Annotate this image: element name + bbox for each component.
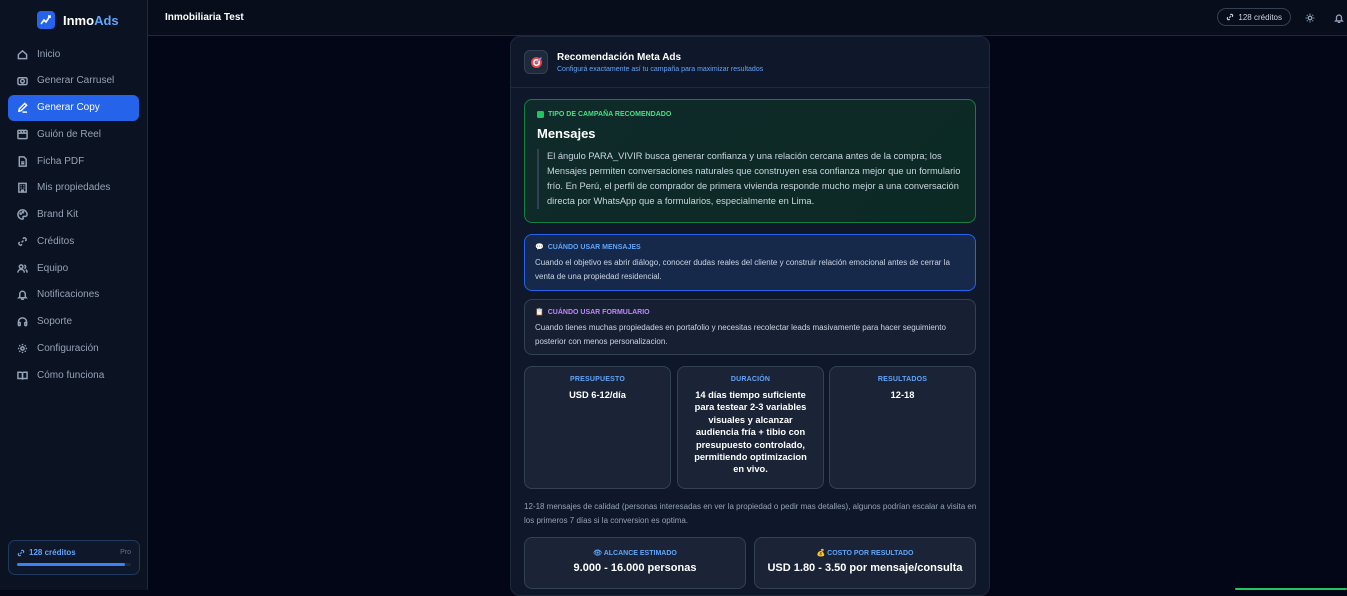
pen-icon (17, 102, 28, 113)
when-use-form-box: 📋 CUÁNDO USAR FORMULARIO Cuando tienes m… (524, 299, 976, 355)
sidebar-item-notificaciones[interactable]: Notificaciones (8, 282, 139, 308)
target-icon (524, 50, 548, 74)
stat-label: PRESUPUESTO (570, 376, 625, 383)
header-credits-button[interactable]: 128 créditos (1217, 8, 1291, 26)
users-icon (17, 263, 28, 274)
header-credits-label: 128 créditos (1238, 12, 1282, 22)
sidebar-item-label: Cómo funciona (37, 369, 105, 381)
results-note: 12-18 mensajes de calidad (personas inte… (524, 502, 977, 525)
home-icon (17, 49, 28, 60)
when-use-messages-box: 💬 CUÁNDO USAR MENSAJES Cuando el objetiv… (524, 234, 976, 291)
card-subtitle: Configurá exactamente así tu campaña par… (557, 65, 764, 73)
clipboard-icon: 📋 (535, 309, 544, 316)
sidebar-item-brand-kit[interactable]: Brand Kit (8, 202, 139, 228)
app-name: InmoAds (63, 12, 119, 28)
card-header: Recomendación Meta Ads Configurá exactam… (511, 37, 989, 88)
sidebar-item-label: Brand Kit (37, 209, 79, 220)
sidebar-item-label: Inicio (37, 48, 61, 60)
check-icon (537, 111, 544, 118)
speech-bubble-icon: 💬 (535, 244, 544, 251)
money-bag-icon: 💰 (816, 550, 826, 557)
logo-icon (37, 11, 55, 29)
sidebar: InmoAds Inicio Generar Carrusel Generar … (0, 0, 148, 590)
sidebar-item-label: Generar Carrusel (37, 75, 115, 87)
metric-value: USD 1.80 - 3.50 por mensaje/consulta (767, 562, 963, 574)
link-icon (17, 549, 25, 556)
sidebar-credits-card[interactable]: 128 créditos Pro (8, 540, 140, 575)
sidebar-item-guion-de-reel[interactable]: Guión de Reel (8, 121, 139, 147)
campaign-type-title: Mensajes (537, 126, 596, 141)
credits-progress-fill (17, 563, 126, 566)
camera-icon (17, 75, 28, 86)
film-icon (17, 129, 28, 140)
link-icon (1227, 13, 1234, 21)
metric-value: 9.000 - 16.000 personas (573, 562, 697, 574)
app-logo[interactable]: InmoAds (0, 0, 147, 40)
eye-icon: 👁 (593, 550, 603, 557)
topbar: Inmobiliaria Test 128 créditos (148, 0, 1347, 36)
page-title: Inmobiliaria Test (165, 12, 244, 23)
sidebar-item-ficha-pdf[interactable]: Ficha PDF (8, 148, 139, 174)
results-stat: RESULTADOS 12-18 (829, 366, 976, 489)
bell-icon (17, 289, 28, 301)
credits-progress-bar (17, 563, 131, 566)
file-icon (17, 155, 28, 167)
budget-stat: PRESUPUESTO USD 6-12/día (524, 366, 671, 489)
campaign-type-box: TIPO DE CAMPAÑA RECOMENDADO Mensajes El … (524, 99, 976, 223)
sidebar-item-label: Soporte (37, 316, 73, 327)
stat-value: 12-18 (890, 390, 915, 400)
book-icon (17, 370, 28, 381)
cost-per-result-metric: 💰 COSTO POR RESULTADO USD 1.80 - 3.50 po… (754, 537, 976, 589)
stat-label: DURACIÓN (730, 376, 771, 383)
sidebar-item-soporte[interactable]: Soporte (8, 309, 139, 335)
reach-metric: 👁 ALCANCE ESTIMADO 9.000 - 16.000 person… (524, 537, 746, 589)
metric-label: 👁 ALCANCE ESTIMADO (593, 550, 677, 557)
sidebar-item-label: Guión de Reel (37, 128, 101, 140)
bell-icon[interactable] (1334, 12, 1344, 24)
campaign-type-tag: TIPO DE CAMPAÑA RECOMENDADO (537, 111, 963, 118)
sidebar-item-label: Equipo (37, 262, 69, 274)
plan-badge: Pro (120, 549, 131, 556)
card-title: Recomendación Meta Ads (557, 51, 682, 63)
sidebar-item-label: Notificaciones (37, 289, 100, 301)
meta-ads-recommendation-card: Recomendación Meta Ads Configurá exactam… (510, 36, 990, 596)
when-use-form-text: Cuando tienes muchas propiedades en port… (535, 323, 946, 346)
duration-stat: DURACIÓN 14 días tiempo suficiente para … (677, 366, 824, 489)
when-use-messages-tag: 💬 CUÁNDO USAR MENSAJES (535, 243, 641, 252)
sidebar-item-generar-copy[interactable]: Generar Copy (8, 94, 139, 121)
palette-icon (17, 209, 28, 220)
sidebar-item-inicio[interactable]: Inicio (8, 41, 139, 67)
sidebar-item-label: Ficha PDF (37, 155, 85, 167)
when-use-messages-text: Cuando el objetivo es abrir diálogo, con… (535, 258, 950, 281)
sidebar-item-equipo[interactable]: Equipo (8, 255, 139, 281)
when-use-form-tag: 📋 CUÁNDO USAR FORMULARIO (535, 308, 650, 317)
sidebar-item-generar-carrusel[interactable]: Generar Carrusel (8, 68, 139, 94)
sidebar-nav: Inicio Generar Carrusel Generar Copy Gui… (0, 41, 147, 388)
campaign-type-description: El ángulo PARA_VIVIR busca generar confi… (537, 149, 963, 209)
sidebar-item-label: Créditos (37, 235, 75, 247)
link-icon (17, 236, 28, 247)
sun-icon[interactable] (1305, 12, 1315, 23)
sidebar-item-mis-propiedades[interactable]: Mis propiedades (8, 175, 139, 201)
building-icon (17, 182, 28, 194)
gear-icon (17, 343, 28, 354)
stat-label: RESULTADOS (877, 376, 928, 383)
sidebar-item-creditos[interactable]: Créditos (8, 228, 139, 254)
sidebar-item-configuracion[interactable]: Configuración (8, 335, 139, 361)
stat-value: 14 días tiempo suficiente para testear 2… (694, 390, 807, 475)
sidebar-item-como-funciona[interactable]: Cómo funciona (8, 362, 139, 388)
sidebar-item-label: Generar Copy (37, 102, 100, 113)
sidebar-item-label: Mis propiedades (37, 182, 111, 194)
headphones-icon (17, 316, 28, 327)
sidebar-credits-label: 128 créditos (17, 548, 76, 557)
stat-value: USD 6-12/día (569, 390, 626, 400)
metric-label: 💰 COSTO POR RESULTADO (816, 550, 914, 557)
sidebar-item-label: Configuración (37, 342, 99, 354)
